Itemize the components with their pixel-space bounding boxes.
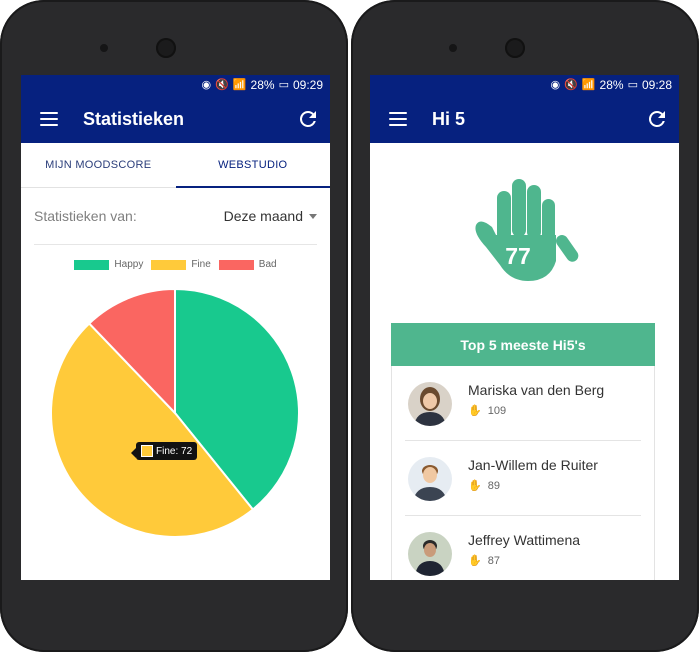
person-name: Jan-Willem de Ruiter [468, 457, 598, 473]
legend-swatch-bad [218, 259, 254, 270]
wifi-icon: 📶 [581, 79, 596, 91]
legend-item-bad[interactable]: Bad [218, 259, 277, 270]
wifi-icon: 📶 [232, 79, 247, 91]
mood-pie-chart[interactable] [49, 287, 301, 539]
front-camera [156, 38, 176, 58]
sync-icon: ◉ [201, 79, 212, 91]
person-hi5-count: ✋ 89 [468, 479, 500, 493]
active-tab-indicator [176, 186, 330, 188]
hand-icon: ✋ [468, 555, 482, 567]
page-title: Statistieken [83, 108, 185, 129]
filter-label: Statistieken van: [34, 208, 137, 224]
battery-icon: ▭ [627, 79, 638, 91]
clock: 09:28 [641, 78, 672, 92]
period-value: Deze maand [223, 208, 303, 224]
person-name: Mariska van den Berg [468, 382, 605, 398]
app-bar: Statistieken [21, 95, 330, 143]
tab-bar: MIJN MOODSCORE WEBSTUDIO [21, 143, 330, 188]
legend-swatch-happy [74, 259, 110, 270]
sync-icon: ◉ [550, 79, 561, 91]
hi5-screen: ◉ 🔇 📶 28% ▭ 09:28 Hi 5 77 Top 5 meeste H… [370, 75, 679, 580]
app-bar: Hi 5 [370, 95, 679, 143]
legend-item-happy[interactable]: Happy [74, 259, 143, 270]
mute-icon: 🔇 [215, 79, 229, 91]
hi5-count: 77 [505, 243, 531, 269]
hi5-count-value: 89 [487, 479, 500, 492]
menu-button[interactable] [21, 95, 77, 143]
period-dropdown[interactable]: Deze maand [224, 208, 317, 224]
battery-percent: 28% [250, 78, 275, 92]
caret-down-icon [309, 213, 317, 219]
person-hi5-count: ✋ 87 [468, 554, 500, 568]
statistieken-screen: ◉ 🔇 📶 28% ▭ 09:29 Statistieken MIJN MOOD… [21, 75, 330, 580]
avatar [408, 382, 452, 426]
hi5-count-value: 109 [487, 404, 507, 417]
phone-right: ◉ 🔇 📶 28% ▭ 09:28 Hi 5 77 Top 5 meeste H… [351, 0, 699, 652]
tab-mijn-moodscore[interactable]: MIJN MOODSCORE [21, 143, 176, 187]
speaker-dot [100, 44, 108, 52]
legend-label-happy: Happy [114, 259, 144, 270]
top5-list: Mariska van den Berg ✋ 109 Jan-Willem de… [391, 366, 655, 580]
filter-row: Statistieken van: Deze maand [34, 188, 317, 245]
hi5-count-value: 87 [487, 554, 500, 567]
legend-item-fine[interactable]: Fine [151, 259, 211, 270]
hand-icon: ✋ [468, 480, 482, 492]
clock: 09:29 [292, 78, 323, 92]
status-bar: ◉ 🔇 📶 28% ▭ 09:28 [370, 75, 679, 95]
page-title: Hi 5 [432, 108, 466, 129]
menu-button[interactable] [370, 95, 426, 143]
battery-icon: ▭ [278, 79, 289, 91]
status-bar: ◉ 🔇 📶 28% ▭ 09:29 [21, 75, 330, 95]
hand-icon [475, 179, 579, 281]
top5-card: Top 5 meeste Hi5's Mariska van den Berg … [391, 323, 655, 580]
hand-icon: ✋ [468, 405, 482, 417]
legend-label-bad: Bad [258, 259, 277, 270]
list-item[interactable]: Mariska van den Berg ✋ 109 [405, 366, 641, 441]
list-item[interactable]: Jeffrey Wattimena ✋ 87 [405, 516, 641, 580]
phone-left: ◉ 🔇 📶 28% ▭ 09:29 Statistieken MIJN MOOD… [0, 0, 348, 652]
tooltip-swatch [141, 445, 153, 457]
battery-percent: 28% [599, 78, 624, 92]
refresh-icon[interactable] [296, 107, 320, 131]
legend-label-fine: Fine [191, 259, 211, 270]
person-hi5-count: ✋ 109 [468, 404, 507, 418]
avatar [408, 457, 452, 501]
menu-icon [40, 112, 58, 126]
person-name: Jeffrey Wattimena [468, 532, 581, 548]
list-item[interactable]: Jan-Willem de Ruiter ✋ 89 [405, 441, 641, 516]
chart-tooltip: Fine: 72 [130, 442, 198, 460]
speaker-dot [449, 44, 457, 52]
legend-swatch-fine [151, 259, 187, 270]
chart-legend: Happy Fine Bad [21, 259, 330, 270]
menu-icon [389, 112, 407, 126]
front-camera [505, 38, 525, 58]
hi5-counter[interactable]: 77 [470, 177, 580, 289]
avatar [408, 532, 452, 576]
top5-header: Top 5 meeste Hi5's [391, 323, 655, 366]
tooltip-text: Fine: 72 [156, 445, 193, 457]
refresh-icon[interactable] [645, 107, 669, 131]
mute-icon: 🔇 [564, 79, 578, 91]
tab-webstudio[interactable]: WEBSTUDIO [176, 143, 331, 187]
